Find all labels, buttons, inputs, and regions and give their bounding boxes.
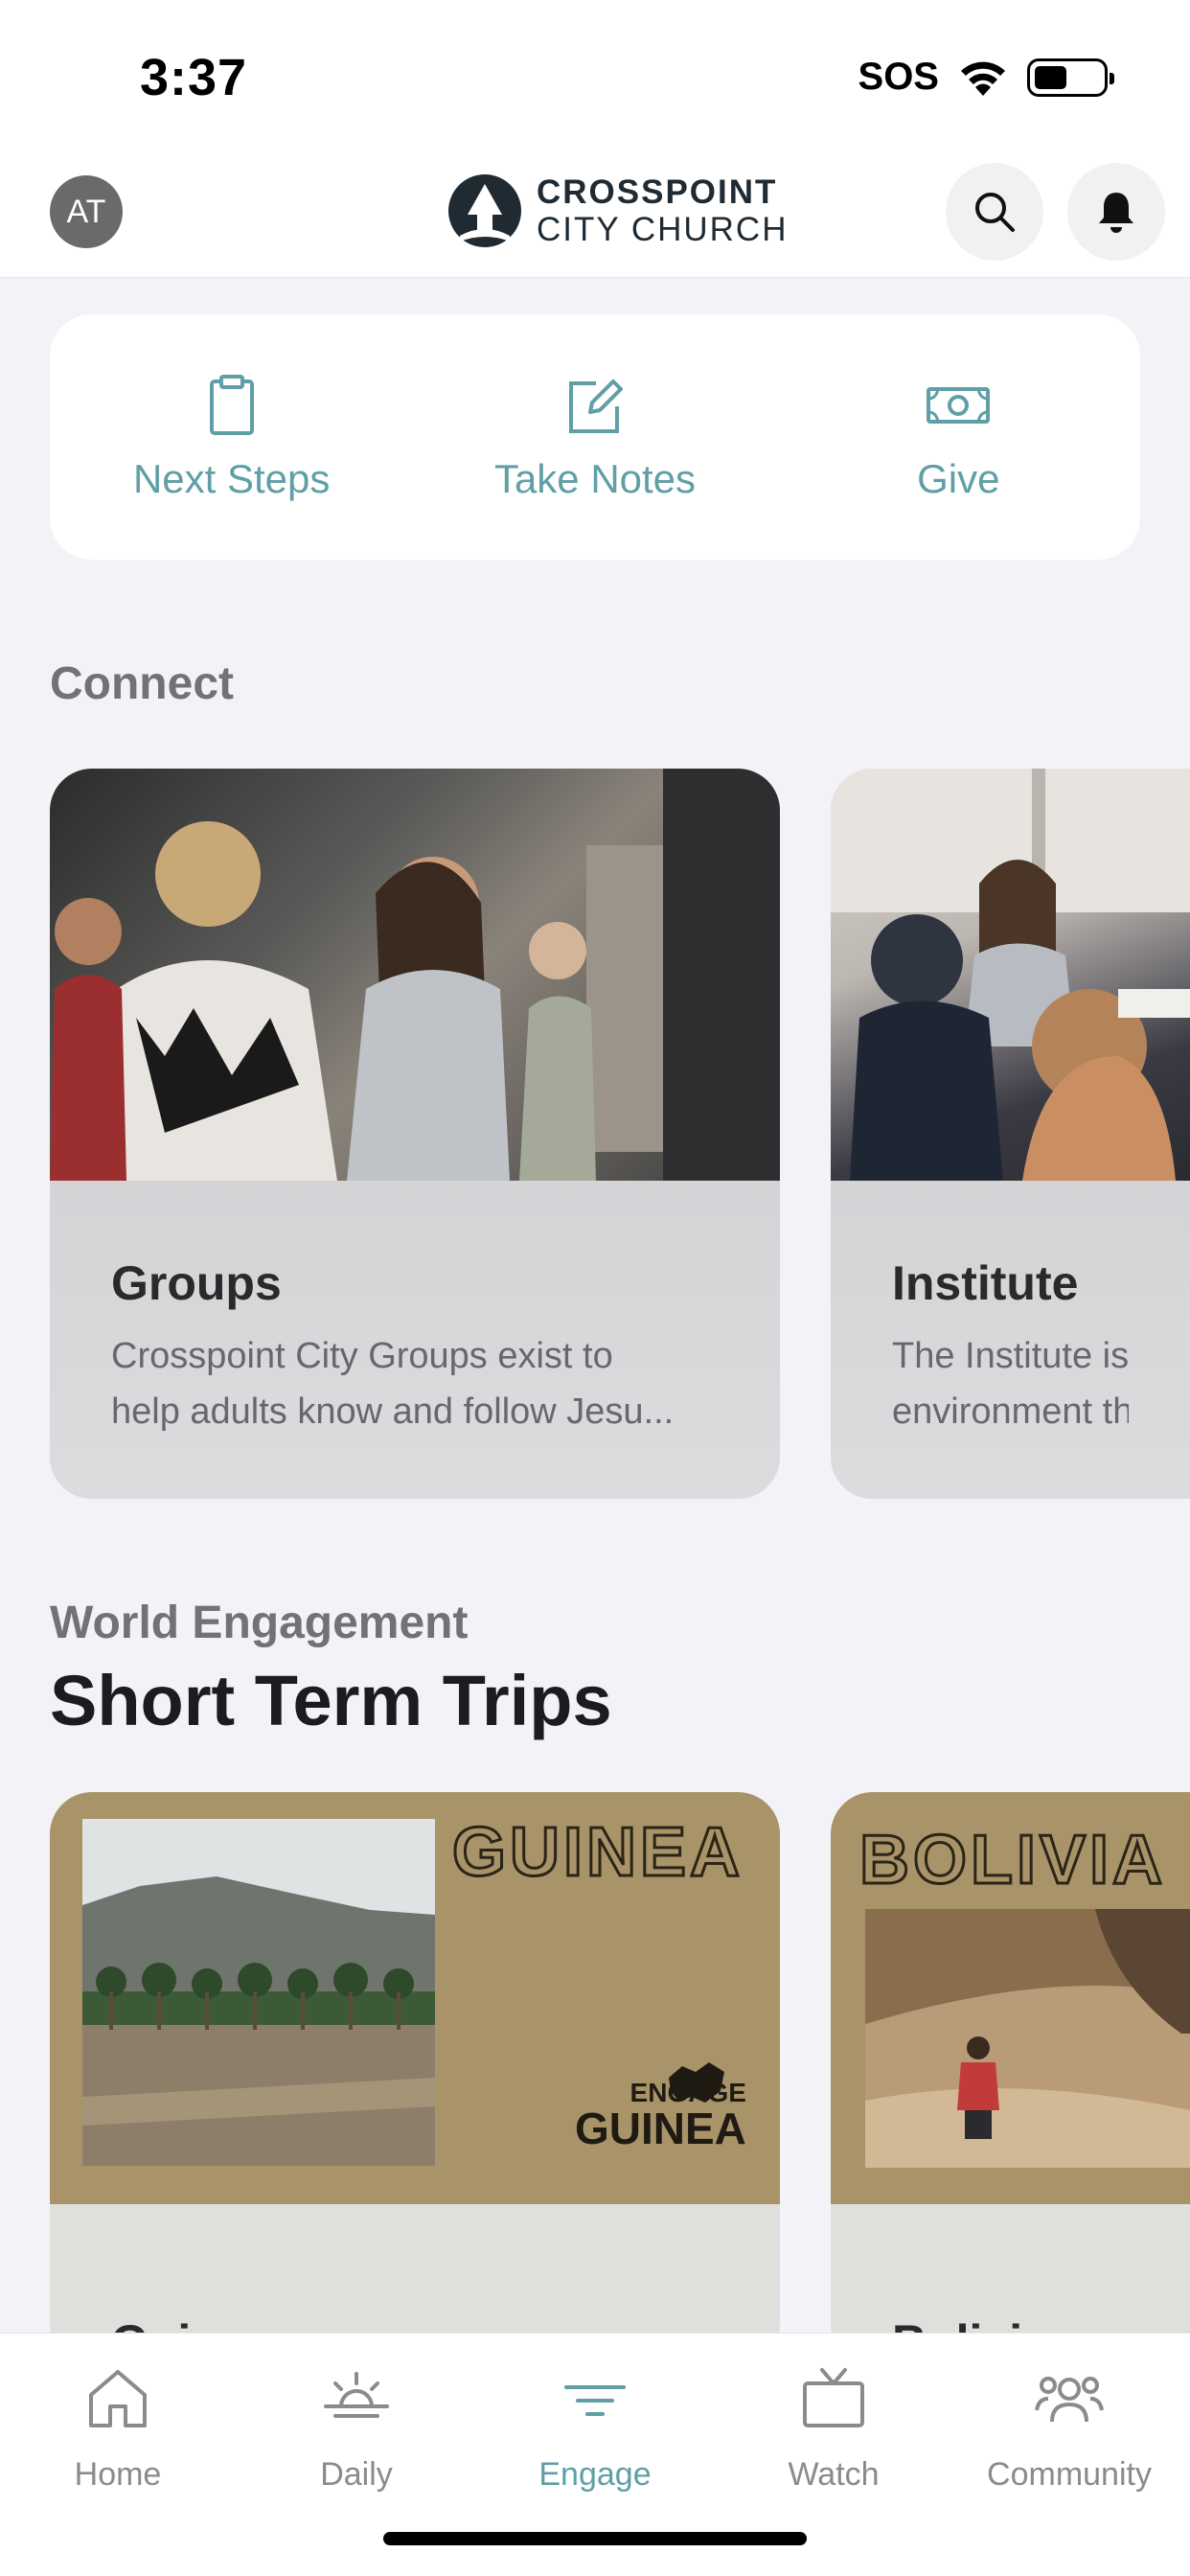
status-icons: SOS [858,56,1114,99]
tab-watch[interactable]: Watch [728,2362,939,2494]
guinea-photo [82,1819,435,2166]
avatar[interactable]: AT [50,175,123,248]
groups-photo-art [50,769,780,1181]
engage-icon [564,2385,626,2416]
take-notes-button[interactable]: Take Notes [413,314,776,560]
search-icon [975,193,1015,232]
bolivia-trip-card[interactable]: BOLIVIA Bolivia [831,1792,1190,2367]
institute-description: The Institute is a l environment that [892,1328,1129,1439]
tab-community-label: Community [987,2456,1152,2493]
groups-desc-line2: help adults know and follow Jesu... [111,1392,675,1432]
institute-card[interactable]: Institute The Institute is a l environme… [831,769,1190,1499]
guinea-banner: GUINEA ENGAGE GUINEA [50,1792,780,2204]
give-button[interactable]: Give [777,314,1140,560]
institute-desc-line2: environment that [892,1392,1129,1432]
church-logo: CROSSPOINT CITY CHURCH [446,172,788,249]
guinea-banner-text: GUINEA [450,1813,744,1893]
tab-daily-label: Daily [320,2456,393,2493]
short-term-trips-title: Short Term Trips [50,1661,612,1740]
next-steps-label: Next Steps [132,456,331,501]
status-bar: 3:37 SOS [0,0,1190,153]
logo-line2: CITY CHURCH [537,211,789,248]
bell-icon [1099,193,1133,233]
search-button[interactable] [946,163,1043,261]
tv-icon [803,2368,864,2427]
logo-line1: CROSSPOINT [537,173,778,211]
money-icon [927,387,991,424]
groups-card-body: Groups Crosspoint City Groups exist to h… [50,1181,780,1499]
sos-indicator: SOS [858,56,939,98]
logo-mark-icon [448,174,521,247]
clipboard-icon [209,375,254,435]
institute-photo [831,769,1190,1181]
institute-title: Institute [892,1256,1079,1310]
tab-community[interactable]: Community [964,2362,1175,2494]
tab-daily[interactable]: Daily [251,2362,462,2494]
home-icon [89,2370,147,2427]
institute-card-body: Institute The Institute is a l environme… [831,1181,1190,1499]
guinea-trip-card[interactable]: GUINEA ENGAGE GUINEA Guinea [50,1792,780,2367]
take-notes-label: Take Notes [493,456,697,501]
edit-note-icon [568,380,623,433]
status-time: 3:37 [140,49,248,106]
connect-heading: Connect [50,658,234,709]
home-indicator [383,2532,807,2545]
tab-home[interactable]: Home [12,2362,223,2494]
tab-engage-label: Engage [538,2456,652,2493]
institute-desc-line1: The Institute is a l [892,1336,1129,1376]
community-icon [1035,2377,1104,2423]
tab-watch-label: Watch [788,2456,880,2493]
groups-title: Groups [111,1256,282,1310]
bolivia-photo [865,1909,1190,2168]
engage-badge-bottom: GUINEA [575,2104,746,2153]
groups-photo [50,769,780,1181]
bolivia-banner-text: BOLIVIA [858,1821,1167,1900]
give-label: Give [917,456,1000,501]
guinea-map-icon [669,2062,724,2103]
sunrise-icon [324,2372,389,2418]
bolivia-photo-art [865,1909,1190,2168]
groups-card[interactable]: Groups Crosspoint City Groups exist to h… [50,769,780,1499]
notifications-button[interactable] [1067,163,1165,261]
world-engagement-label: World Engagement [50,1598,469,1648]
next-steps-button[interactable]: Next Steps [50,314,413,560]
groups-description: Crosspoint City Groups exist to help adu… [111,1328,719,1439]
app-header: AT CROSSPOINT CITY CHURCH [0,153,1190,278]
bolivia-banner: BOLIVIA [831,1792,1190,2204]
guinea-photo-art [82,1819,435,2166]
wifi-icon [961,61,1005,96]
tab-home-label: Home [74,2456,162,2493]
quick-actions-card: Next Steps Take Notes Give [50,314,1140,560]
engage-guinea-badge: ENGAGE GUINEA [575,2062,746,2153]
groups-desc-line1: Crosspoint City Groups exist to [111,1336,613,1376]
institute-photo-art [831,769,1190,1181]
tab-engage[interactable]: Engage [490,2362,700,2494]
battery-icon [1027,58,1114,97]
